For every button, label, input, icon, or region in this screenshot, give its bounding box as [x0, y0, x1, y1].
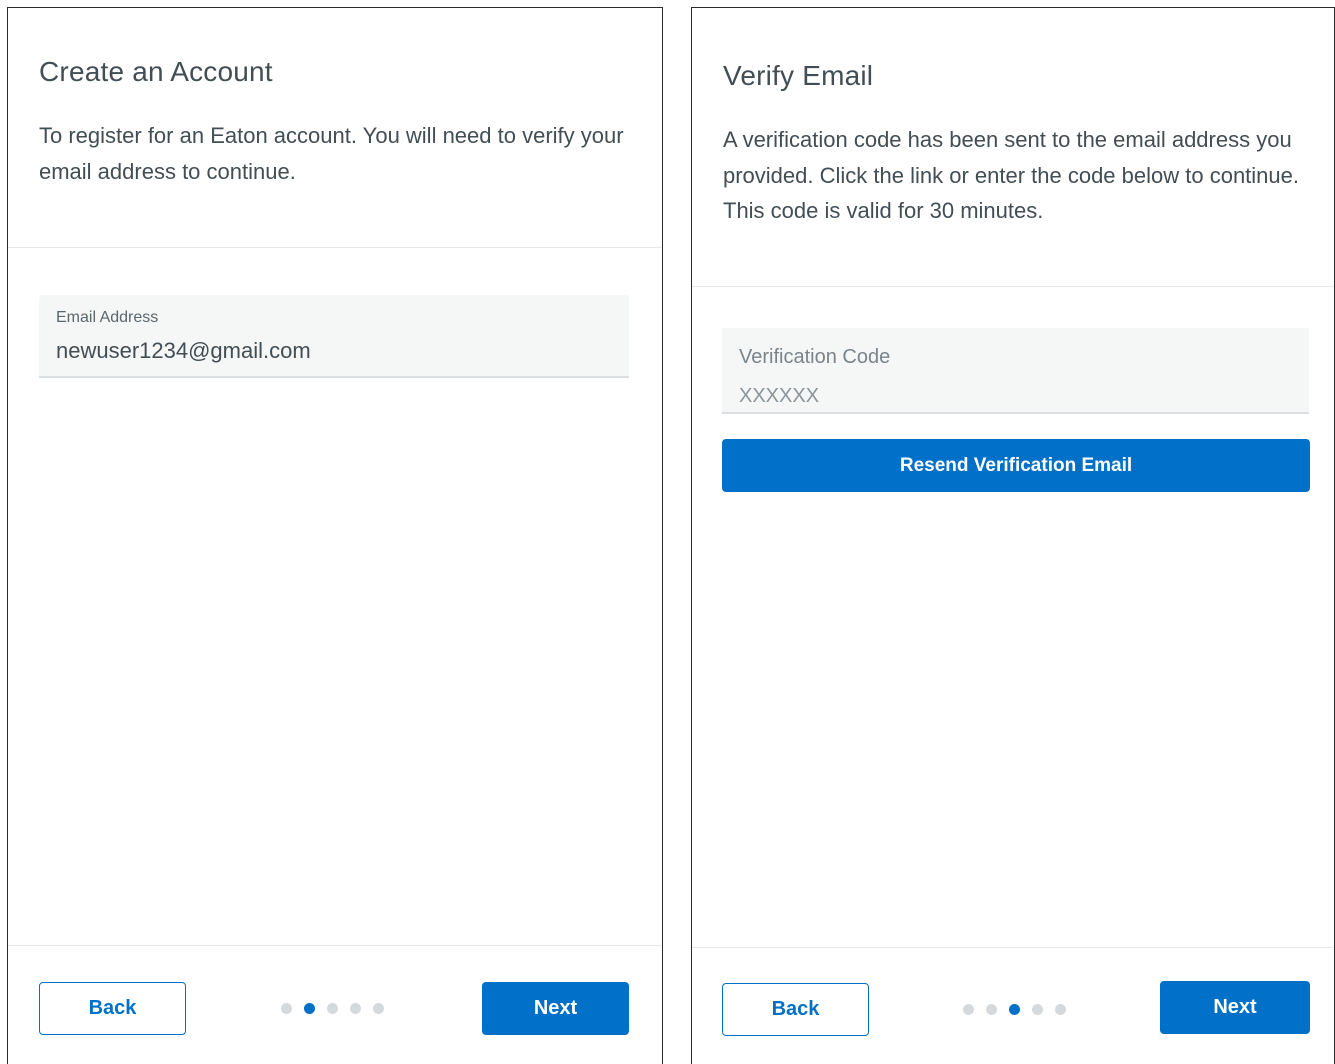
create-account-header: Create an Account To register for an Eat…	[8, 8, 662, 248]
step-dot-2	[304, 1003, 315, 1014]
page-title: Verify Email	[723, 60, 874, 91]
back-button[interactable]: Back	[722, 983, 869, 1036]
step-dot-5	[1055, 1004, 1066, 1015]
step-dot-3	[1009, 1004, 1020, 1015]
step-indicator	[963, 1004, 1066, 1015]
verification-code-label: Verification Code	[739, 346, 891, 368]
verify-email-header: Verify Email A verification code has bee…	[692, 8, 1334, 287]
create-account-panel: Create an Account To register for an Eat…	[7, 7, 663, 1064]
footer-divider	[8, 945, 662, 946]
verification-code-placeholder[interactable]: XXXXXX	[739, 385, 819, 408]
page-description: To register for an Eaton account. You wi…	[39, 123, 624, 184]
verification-code-field[interactable]: Verification Code XXXXXX	[722, 328, 1309, 414]
step-dot-4	[1032, 1004, 1043, 1015]
next-button[interactable]: Next	[482, 982, 629, 1035]
step-indicator	[281, 1003, 384, 1014]
step-dot-1	[281, 1003, 292, 1014]
email-field-label: Email Address	[56, 309, 159, 326]
verify-email-panel: Verify Email A verification code has bee…	[691, 7, 1335, 1064]
step-dot-4	[350, 1003, 361, 1014]
step-dot-2	[986, 1004, 997, 1015]
resend-verification-button[interactable]: Resend Verification Email	[722, 439, 1310, 492]
email-field-value[interactable]: newuser1234@gmail.com	[56, 338, 311, 364]
back-button[interactable]: Back	[39, 982, 186, 1035]
step-dot-5	[373, 1003, 384, 1014]
step-dot-3	[327, 1003, 338, 1014]
page-title: Create an Account	[39, 56, 273, 87]
step-dot-1	[963, 1004, 974, 1015]
footer-divider	[692, 947, 1334, 948]
page-description: A verification code has been sent to the…	[723, 127, 1299, 223]
next-button[interactable]: Next	[1160, 981, 1310, 1034]
email-field[interactable]: Email Address newuser1234@gmail.com	[39, 295, 629, 378]
